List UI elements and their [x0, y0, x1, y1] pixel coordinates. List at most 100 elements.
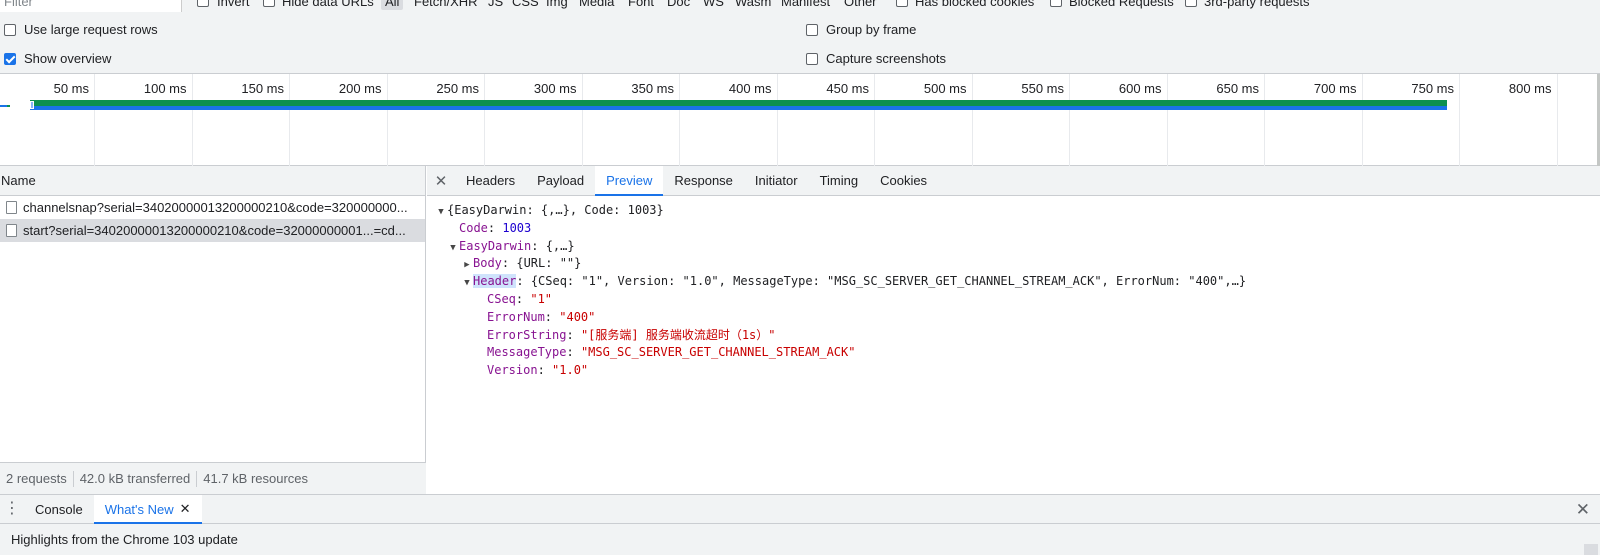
overview-gridline: [94, 74, 95, 166]
tab-response[interactable]: Response: [663, 166, 744, 195]
type-filter-ws[interactable]: WS: [703, 0, 724, 10]
close-icon[interactable]: ✕: [180, 501, 191, 517]
network-overview[interactable]: 50 ms 100 ms 150 ms 200 ms 250 ms 300 ms 350 m…: [0, 74, 1600, 166]
tab-timing[interactable]: Timing: [809, 166, 870, 195]
overview-gridline: [679, 74, 680, 166]
type-filter-manifest[interactable]: Manifest: [781, 0, 830, 10]
resources-size: 41.7 kB resources: [203, 471, 309, 486]
blocked-requests-checkbox[interactable]: [1050, 0, 1062, 7]
close-icon[interactable]: ✕: [427, 166, 455, 195]
has-blocked-cookies-checkbox[interactable]: [896, 0, 908, 7]
overview-gridline: [874, 74, 875, 166]
overview-gridline: [1556, 74, 1558, 166]
json-value: "400": [559, 309, 596, 324]
request-row[interactable]: channelsnap?serial=34020000013200000210&…: [0, 196, 425, 219]
hide-data-urls-checkbox[interactable]: [263, 0, 275, 7]
type-filter-wasm[interactable]: Wasm: [735, 0, 771, 10]
json-key: Header: [473, 274, 517, 289]
type-filter-img[interactable]: Img: [546, 0, 568, 10]
drawer-tabbar: ⋮ Console What's New ✕ ✕: [0, 494, 1600, 524]
json-code: Code: 1003: [459, 220, 532, 235]
json-header-field: MessageType: "MSG_SC_SERVER_GET_CHANNEL_…: [487, 345, 856, 360]
json-easydarwin[interactable]: ▼ EasyDarwin: {,…}: [427, 238, 1246, 256]
overview-tick-label: 500 ms: [923, 81, 967, 96]
drawer-tab-console[interactable]: Console: [24, 495, 94, 523]
request-details: ✕ Headers Payload Preview Response Initi…: [427, 166, 1600, 494]
invert-checkbox[interactable]: [197, 0, 209, 7]
overview-mini-bar: [7, 105, 10, 107]
json-key: EasyDarwin: [459, 238, 532, 253]
group-by-frame-label: Group by frame: [826, 22, 917, 37]
overview-gridline: [971, 74, 973, 166]
json-header-field: CSeq: "1": [487, 291, 553, 306]
document-icon: [6, 224, 17, 237]
json-key: MessageType: [487, 345, 567, 360]
type-filter-js[interactable]: JS: [488, 0, 503, 10]
json-header[interactable]: ▼ Header: {CSeq: "1", Version: "1.0", Mes…: [427, 273, 1246, 291]
network-settings: Use large request rows Show overview Gro…: [0, 12, 1600, 74]
has-blocked-cookies-label: Has blocked cookies: [915, 0, 1035, 9]
overview-tick-label: 700 ms: [1313, 81, 1357, 96]
overview-tick-label: 800 ms: [1508, 81, 1552, 96]
request-row-selected[interactable]: start?serial=34020000013200000210&code=3…: [0, 219, 425, 242]
filter-input[interactable]: Filter: [0, 0, 182, 12]
tab-initiator[interactable]: Initiator: [744, 166, 809, 195]
show-overview-setting[interactable]: Show overview: [4, 51, 111, 66]
overview-gridline: [776, 74, 778, 166]
overview-tick-label: 750 ms: [1411, 81, 1454, 96]
json-key: Body: [473, 256, 502, 271]
capture-screenshots-checkbox[interactable]: [806, 52, 818, 65]
type-filter-all[interactable]: All: [381, 0, 404, 10]
overview-request-bar-waiting: [30, 106, 1447, 110]
overview-tick-label: 200 ms: [338, 81, 382, 96]
type-filter-css[interactable]: CSS: [512, 0, 539, 10]
name-column-header[interactable]: Name: [0, 166, 425, 196]
json-key: ErrorNum: [487, 309, 545, 324]
json-value: "1.0": [552, 363, 589, 378]
overview-tick-label: 550 ms: [1021, 81, 1064, 96]
type-filter-media[interactable]: Media: [579, 0, 614, 10]
tab-cookies[interactable]: Cookies: [869, 166, 938, 195]
close-drawer-icon[interactable]: ✕: [1576, 500, 1590, 520]
request-list: Name channelsnap?serial=3402000001320000…: [0, 166, 426, 494]
overview-tick-label: 450 ms: [826, 81, 869, 96]
overview-gridline: [1264, 74, 1265, 166]
overview-tick-label: 150 ms: [241, 81, 284, 96]
overview-tick-label: 250 ms: [436, 81, 479, 96]
type-filter-other[interactable]: Other: [844, 0, 877, 10]
type-filter-font[interactable]: Font: [628, 0, 654, 10]
capture-screenshots-setting[interactable]: Capture screenshots: [806, 51, 946, 66]
overview-gridline: [191, 74, 193, 166]
overview-tick-label: 100 ms: [143, 81, 187, 96]
json-root-summary: {EasyDarwin: {,…}, Code: 1003}: [447, 203, 664, 217]
overview-gridline: [1459, 74, 1460, 166]
show-overview-checkbox[interactable]: [4, 52, 16, 65]
use-large-rows-checkbox[interactable]: [4, 23, 16, 36]
overview-tick-label: 50 ms: [53, 81, 89, 96]
json-root[interactable]: ▼ {EasyDarwin: {,…}, Code: 1003}: [427, 202, 1246, 220]
request-count: 2 requests: [6, 471, 67, 486]
overview-request-bar-start: [30, 101, 34, 109]
tab-headers[interactable]: Headers: [455, 166, 526, 195]
overview-tick-label: 350 ms: [631, 81, 674, 96]
tab-preview[interactable]: Preview: [595, 166, 664, 196]
json-header-field: ErrorNum: "400": [487, 309, 596, 324]
overview-tick-label: 650 ms: [1216, 81, 1259, 96]
type-filter-doc[interactable]: Doc: [667, 0, 690, 10]
third-party-label: 3rd-party requests: [1204, 0, 1310, 9]
hide-data-urls-label: Hide data URLs: [282, 0, 374, 9]
third-party-checkbox[interactable]: [1185, 0, 1197, 7]
json-header-field: ErrorString: "[服务端] 服务端收流超时（1s）": [487, 327, 776, 342]
type-filter-fetch-xhr[interactable]: Fetch/XHR: [414, 0, 478, 10]
overview-tick-label: 400 ms: [728, 81, 772, 96]
drawer-scrollbar[interactable]: [1584, 544, 1598, 555]
json-key: Code: [459, 220, 488, 235]
group-by-frame-setting[interactable]: Group by frame: [806, 22, 916, 37]
drawer-tab-whats-new[interactable]: What's New ✕: [93, 495, 202, 524]
use-large-rows-setting[interactable]: Use large request rows: [4, 22, 158, 37]
more-options-icon[interactable]: ⋮: [0, 495, 24, 523]
json-key: ErrorString: [487, 327, 567, 342]
tab-payload[interactable]: Payload: [526, 166, 595, 195]
group-by-frame-checkbox[interactable]: [806, 23, 818, 36]
json-body[interactable]: ▶ Body: {URL: ""}: [427, 255, 1246, 273]
